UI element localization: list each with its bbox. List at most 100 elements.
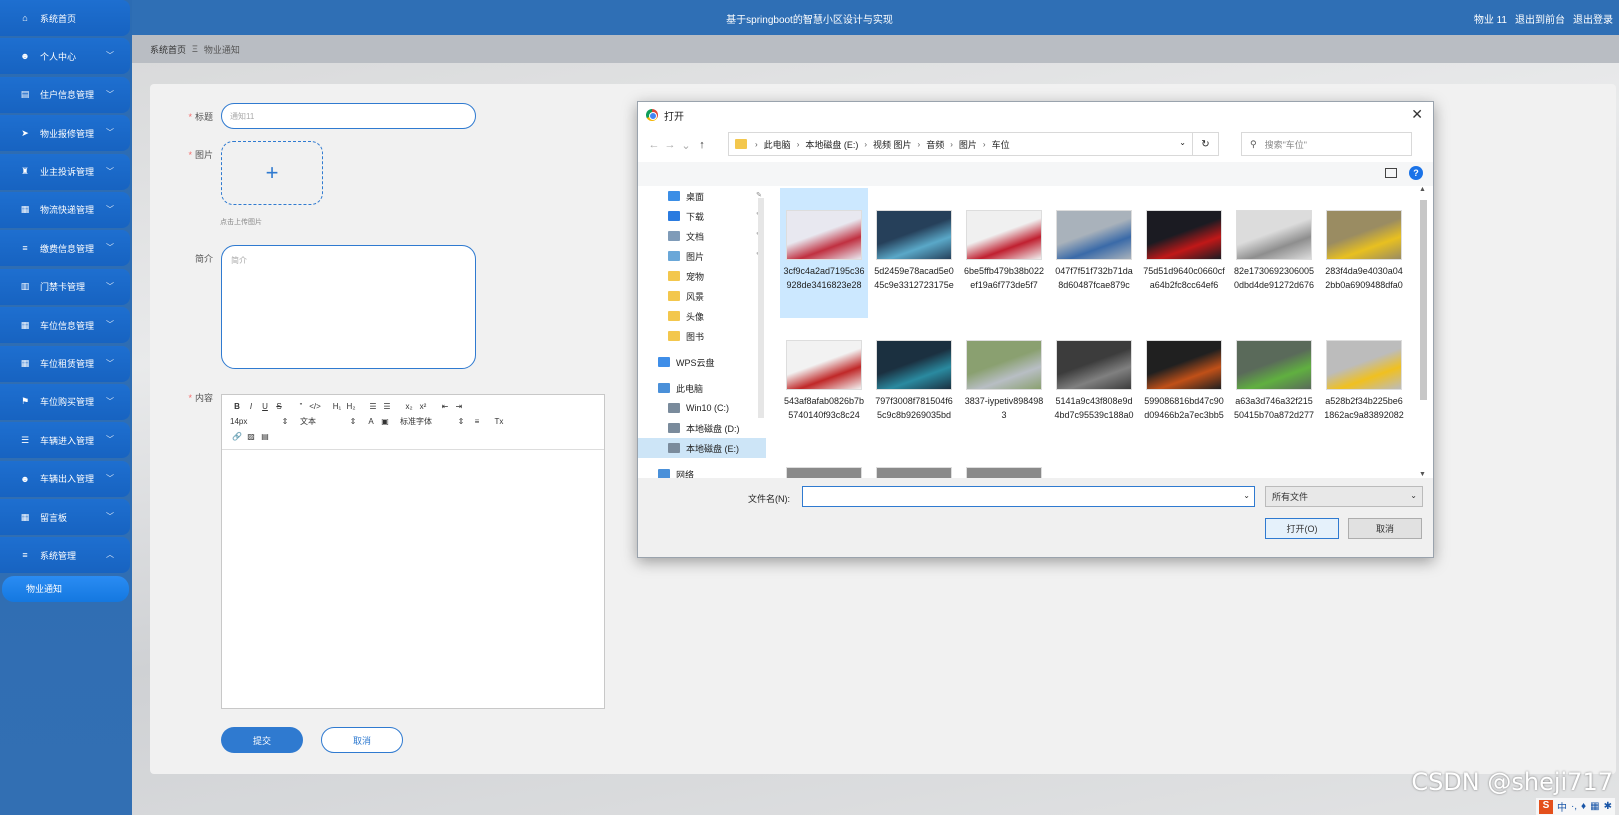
nav-item[interactable]: 桌面 ✎ [638,186,766,206]
sidebar-item[interactable]: ▦ 留言板 ﹀ [0,499,130,536]
sidebar-subitem-notice[interactable]: 物业通知 [2,575,129,602]
sidebar-item[interactable]: ☻ 车辆出入管理 ﹀ [0,460,130,497]
sidebar-item[interactable]: ▥ 门禁卡管理 ﹀ [0,268,130,305]
rich-text-editor[interactable]: B I U S ” </> H₁ H₂ ☰ ☰ x₂ x² ⇤ ⇥ 14px ⇕ 文本 ⇕ A ▣ 标准字… [221,394,605,709]
nav-item[interactable]: 头像 [638,306,766,326]
nav-item[interactable]: 图书 [638,326,766,346]
preview-pane-icon[interactable] [1385,168,1397,178]
file-tile[interactable]: 82e17306923060050dbd4de91272d676 [1230,188,1318,318]
align-icon[interactable]: ≡ [470,417,484,426]
superscript-icon[interactable]: x² [416,402,430,411]
chevron-down-icon[interactable]: ⌄ [1243,491,1250,500]
italic-icon[interactable]: I [244,402,258,411]
file-tile[interactable]: 5d2459e78acad5e045c9e3312723175e [870,188,958,318]
title-input[interactable]: 通知11 [221,103,476,129]
filename-input[interactable]: ⌄ [802,486,1255,507]
filetype-select[interactable]: 所有文件 ⌄ [1265,486,1423,507]
sidebar-item[interactable]: ≡ 系统管理 ︿ [0,537,130,574]
nav-item[interactable]: 下载✎ [638,206,766,226]
file-tile[interactable]: a528b2f34b225be61862ac9a83892082 [1320,318,1408,448]
sidebar-item[interactable]: ⌂ 系统首页 [0,0,130,36]
font-family-select[interactable]: 标准字体 [400,416,452,427]
file-tile[interactable]: a63a3d746a32f21550415b70a872d277 [1230,318,1318,448]
file-tile[interactable]: 599086816bd47c90d09466b2a7ec3bb5 [1140,318,1228,448]
clear-format-icon[interactable]: Tx [492,417,506,426]
path-chevron-icon[interactable]: › [950,140,953,149]
up-arrow-icon[interactable]: ↑ [694,139,710,151]
strikethrough-icon[interactable]: S [272,402,286,411]
file-tile[interactable]: 3cf9c4a2ad7195c36928de3416823e28 [780,188,868,318]
nav-item[interactable]: 本地磁盘 (D:) [638,418,766,438]
sidebar-item[interactable]: ♜ 业主投诉管理 ﹀ [0,153,130,190]
nav-item[interactable]: 风景 [638,286,766,306]
background-color-icon[interactable]: ▣ [378,417,392,426]
navigation-scrollbar[interactable] [756,186,766,478]
font-size-select[interactable]: 14px [230,417,270,426]
file-tile[interactable]: 797f3008f781504f65c9c8b9269035bd [870,318,958,448]
exit-to-front-link[interactable]: 退出到前台 [1515,11,1565,26]
font-color-icon[interactable]: A [364,417,378,426]
sidebar-item[interactable]: ▦ 物流快递管理 ﹀ [0,191,130,228]
nav-item[interactable]: 图片✎ [638,246,766,266]
video-icon[interactable]: ▤ [258,432,272,441]
sidebar-item[interactable]: ▤ 住户信息管理 ﹀ [0,76,130,113]
nav-item[interactable]: 此电脑 [638,378,766,398]
bullet-list-icon[interactable]: ☰ [380,402,394,411]
path-segment[interactable]: 此电脑 [764,138,791,151]
back-arrow-icon[interactable]: ← [646,139,662,151]
sidebar-item[interactable]: ➤ 物业报修管理 ﹀ [0,115,130,152]
nav-item[interactable]: WPS云盘 [638,352,766,372]
breadcrumb-home[interactable]: 系统首页 [150,43,186,56]
path-segment[interactable]: 图片 [959,138,977,151]
nav-item[interactable]: Win10 (C:) [638,398,766,418]
path-chevron-icon[interactable]: › [797,140,800,149]
file-tile[interactable]: 543af8afab0826b7b5740140f93c8c24 [780,318,868,448]
chevron-down-icon[interactable]: ⌄ [1179,138,1186,147]
nav-item[interactable]: 本地磁盘 (E:) [638,438,766,458]
sidebar-item[interactable]: ▦ 车位信息管理 ﹀ [0,307,130,344]
file-tile[interactable]: 6be5ffb479b38b022ef19a6f773de5f7 [960,188,1048,318]
bold-icon[interactable]: B [230,402,244,411]
ime-button[interactable]: ·, [1571,801,1577,812]
path-segment[interactable]: 本地磁盘 (E:) [805,138,858,151]
address-bar[interactable]: › 此电脑 › 本地磁盘 (E:) › 视频 图片 › 音频 › 图片 › 车位 ⌄ ↻ [728,132,1219,156]
underline-icon[interactable]: U [258,402,272,411]
file-tile[interactable]: 047f7f51f732b71da8d60487fcae879c [1050,188,1138,318]
scroll-down-icon[interactable]: ▼ [1419,471,1426,478]
sidebar-item[interactable]: ☰ 车辆进入管理 ﹀ [0,422,130,459]
heading1-icon[interactable]: H₁ [330,402,344,411]
search-box[interactable]: ⚲ 搜索"车位" [1241,132,1412,156]
file-tile[interactable]: 3837-iypetiv8984983 [960,318,1048,448]
file-scrollbar[interactable]: ▲ ▼ [1417,186,1429,478]
link-icon[interactable]: 🔗 [230,432,244,441]
ime-button[interactable]: 中 [1557,799,1567,814]
file-tile[interactable]: 75d51d9640c0660cfa64b2fc8cc64ef6 [1140,188,1228,318]
open-button[interactable]: 打开(O) [1265,518,1339,539]
logout-link[interactable]: 退出登录 [1573,11,1613,26]
submit-button[interactable]: 提交 [221,727,303,753]
sidebar-item[interactable]: ≡ 缴费信息管理 ﹀ [0,230,130,267]
sidebar-item[interactable]: ⚑ 车位购买管理 ﹀ [0,383,130,420]
refresh-icon[interactable]: ↻ [1192,133,1218,155]
heading2-icon[interactable]: H₂ [344,402,358,411]
help-icon[interactable]: ? [1409,166,1423,180]
recent-chevron-icon[interactable]: ⌄ [678,139,694,152]
image-icon[interactable]: ▨ [244,432,258,441]
close-icon[interactable]: ✕ [1411,106,1423,123]
nav-item[interactable]: 文档✎ [638,226,766,246]
intro-textarea[interactable]: 简介 [221,245,476,369]
scroll-up-icon[interactable]: ▲ [1419,186,1426,193]
dialog-cancel-button[interactable]: 取消 [1348,518,1422,539]
ime-button[interactable]: ♦ [1581,801,1586,812]
ime-toolbar[interactable]: S 中 ·, ♦ ▦ ✱ [1535,798,1615,815]
path-chevron-icon[interactable]: › [983,140,986,149]
path-segment[interactable]: 视频 图片 [873,138,912,151]
text-style-select[interactable]: 文本 [300,416,342,427]
subscript-icon[interactable]: x₂ [402,402,416,411]
ordered-list-icon[interactable]: ☰ [366,402,380,411]
ime-button[interactable]: ✱ [1604,801,1612,812]
code-icon[interactable]: </> [308,402,322,411]
path-chevron-icon[interactable]: › [864,140,867,149]
cancel-button[interactable]: 取消 [321,727,403,753]
path-chevron-icon[interactable]: › [918,140,921,149]
